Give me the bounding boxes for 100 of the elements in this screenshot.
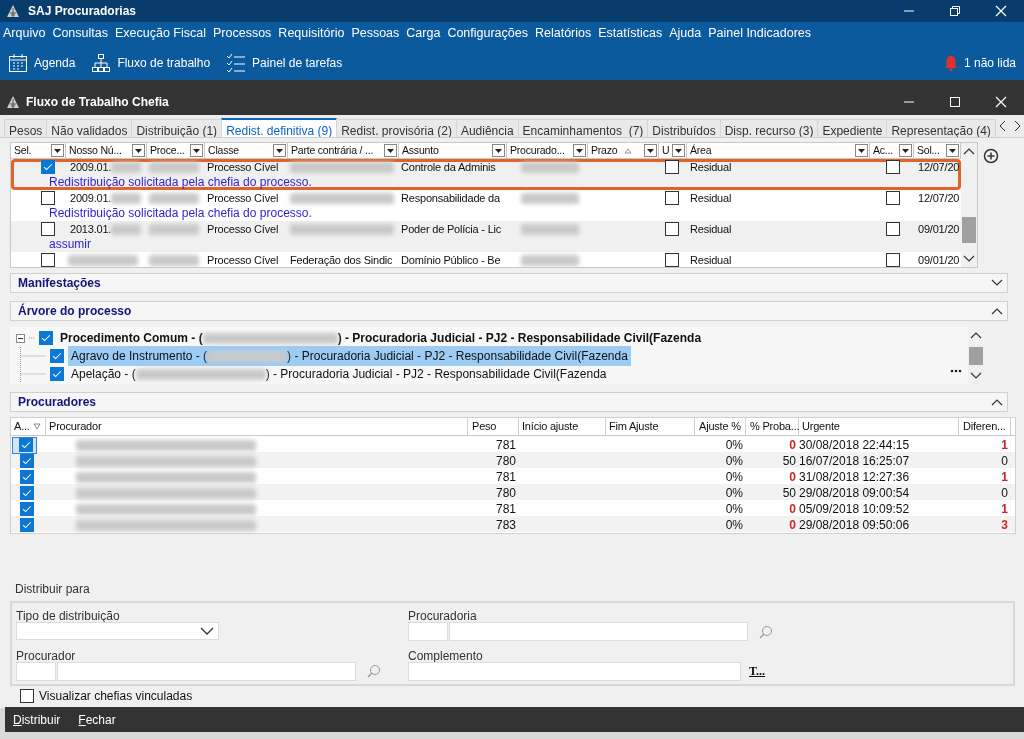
checkbox[interactable]: [41, 253, 55, 267]
checkbox[interactable]: [665, 222, 679, 236]
menu-item[interactable]: Pessoas: [351, 22, 404, 45]
checkbox[interactable]: [20, 470, 34, 484]
menu-item[interactable]: Processos: [213, 22, 276, 45]
chevron-left-icon[interactable]: [998, 120, 1007, 132]
column-header[interactable]: Assunto: [402, 143, 492, 158]
column-header[interactable]: Sel.: [14, 143, 51, 158]
chevron-right-icon[interactable]: [1012, 120, 1021, 132]
column-header[interactable]: Ac...: [873, 143, 899, 158]
column-filter-button[interactable]: [190, 144, 203, 157]
column-filter-button[interactable]: [492, 144, 505, 157]
column-header[interactable]: % Proba...: [750, 418, 800, 435]
dropdown-field[interactable]: [16, 622, 219, 640]
column-header[interactable]: Área: [690, 143, 855, 158]
tab[interactable]: Redist. provisória (2): [336, 119, 457, 137]
checkbox[interactable]: [665, 160, 679, 174]
checkbox[interactable]: [20, 518, 34, 532]
menu-item[interactable]: Consultas: [52, 22, 112, 45]
column-filter-button[interactable]: [132, 144, 145, 157]
tree-item[interactable]: Procedimento Comum - ( ) - Procuradoria Judicial - PJ2 - Responsabilidade Civil(Fazenda: [57, 328, 705, 348]
toolbar-button[interactable]: Agenda: [6, 50, 78, 75]
menu-item[interactable]: Arquivo: [3, 22, 50, 45]
menu-item[interactable]: Relatórios: [535, 22, 596, 45]
menu-item[interactable]: Requisitório: [278, 22, 349, 45]
scroll-thumb[interactable]: [969, 346, 983, 365]
menu-item[interactable]: Execução Fiscal: [115, 22, 210, 45]
column-header[interactable]: Peso: [472, 418, 497, 435]
menu-item[interactable]: Ajuda: [669, 22, 706, 45]
checkbox[interactable]: [20, 486, 34, 500]
column-filter-button[interactable]: [384, 144, 397, 157]
close-icon[interactable]: [993, 95, 1009, 108]
checkbox[interactable]: [19, 438, 33, 452]
column-filter-button[interactable]: [946, 144, 959, 157]
checkbox[interactable]: [886, 160, 900, 174]
checkbox[interactable]: [886, 253, 900, 267]
collapse-icon[interactable]: [16, 333, 25, 343]
notification-button[interactable]: 1 não lida: [941, 51, 1018, 74]
scrollbar[interactable]: [961, 143, 977, 267]
input-field[interactable]: [408, 622, 448, 641]
input-field[interactable]: [408, 661, 741, 681]
text-button[interactable]: T...: [749, 662, 766, 680]
menu-item[interactable]: Estatísticas: [598, 22, 667, 45]
input-field[interactable]: [57, 661, 356, 681]
checkbox[interactable]: [20, 454, 34, 468]
section-header[interactable]: Árvore do processo: [10, 301, 1008, 321]
tab[interactable]: Disp. recurso (3): [719, 119, 819, 137]
tab[interactable]: Pesos: [4, 119, 48, 137]
checkbox[interactable]: [20, 502, 34, 516]
more-icon[interactable]: [950, 369, 962, 373]
column-header[interactable]: Sol...: [917, 143, 946, 158]
column-filter-button[interactable]: [51, 144, 64, 157]
column-header[interactable]: Proce...: [150, 143, 190, 158]
table-row[interactable]: 2009.01. Processo Cível Responsabilidade da Residual 12/07/20 Redistribuição solicitada pela chefia do processo.: [11, 190, 961, 221]
tree-item[interactable]: Agravo de Instrumento - ( ) - Procuradoria Judicial - PJ2 - Responsabilidade Civil(Fazenda: [68, 346, 631, 366]
input-field[interactable]: [449, 622, 748, 641]
column-header[interactable]: Fim Ajuste: [609, 418, 659, 435]
tree-item[interactable]: Apelação - ( ) - Procuradoria Judicial - PJ2 - Responsabilidade Civil(Fazenda: [68, 364, 610, 384]
column-header[interactable]: Procurado...: [510, 143, 573, 158]
tab[interactable]: Representação (4): [886, 119, 996, 137]
column-header[interactable]: Procurador: [49, 418, 102, 435]
checkbox[interactable]: [39, 331, 53, 345]
column-header[interactable]: A...: [14, 418, 30, 435]
input-field[interactable]: [16, 661, 56, 681]
column-filter-button[interactable]: [672, 144, 685, 157]
section-header[interactable]: Procuradores: [10, 392, 1008, 412]
action-button[interactable]: Fechar: [78, 710, 116, 729]
column-header[interactable]: Ajuste %: [699, 418, 741, 435]
column-header[interactable]: Parte contrária / ...: [291, 143, 384, 158]
row-focus[interactable]: [13, 437, 36, 453]
column-filter-button[interactable]: [855, 144, 868, 157]
column-header[interactable]: Início ajuste: [522, 418, 579, 435]
section-header[interactable]: Manifestações: [10, 273, 1008, 293]
toolbar-button[interactable]: Fluxo de trabalho: [89, 50, 213, 75]
column-header[interactable]: Nosso Nú...: [69, 143, 132, 158]
add-icon[interactable]: [983, 148, 999, 164]
tab[interactable]: Redist. definitiva (9): [221, 118, 338, 137]
checkbox[interactable]: [886, 191, 900, 205]
menu-item[interactable]: Configurações: [447, 22, 532, 45]
column-header[interactable]: Prazo: [591, 143, 624, 158]
close-icon[interactable]: [993, 5, 1009, 17]
column-header[interactable]: U: [662, 143, 672, 158]
column-filter-button[interactable]: [273, 144, 286, 157]
scroll-thumb[interactable]: [962, 217, 976, 243]
checkbox[interactable]: [50, 367, 64, 381]
checkbox[interactable]: [41, 191, 55, 205]
column-header[interactable]: Diferen...: [963, 418, 1006, 435]
tab[interactable]: Distribuição (1): [131, 119, 223, 137]
tab[interactable]: Expediente: [817, 119, 888, 137]
tab[interactable]: Não validados: [46, 119, 133, 137]
column-header[interactable]: Classe: [208, 143, 273, 158]
checkbox[interactable]: [665, 191, 679, 205]
checkbox[interactable]: [665, 253, 679, 267]
tab[interactable]: Encaminhamentos (7): [517, 119, 649, 137]
tab[interactable]: Audiência: [455, 119, 519, 137]
column-filter-button[interactable]: [644, 144, 657, 157]
checkbox[interactable]: [50, 349, 64, 363]
checkbox[interactable]: [41, 222, 55, 236]
menu-item[interactable]: Painel Indicadores: [708, 22, 816, 45]
column-header[interactable]: Urgente: [802, 418, 840, 435]
